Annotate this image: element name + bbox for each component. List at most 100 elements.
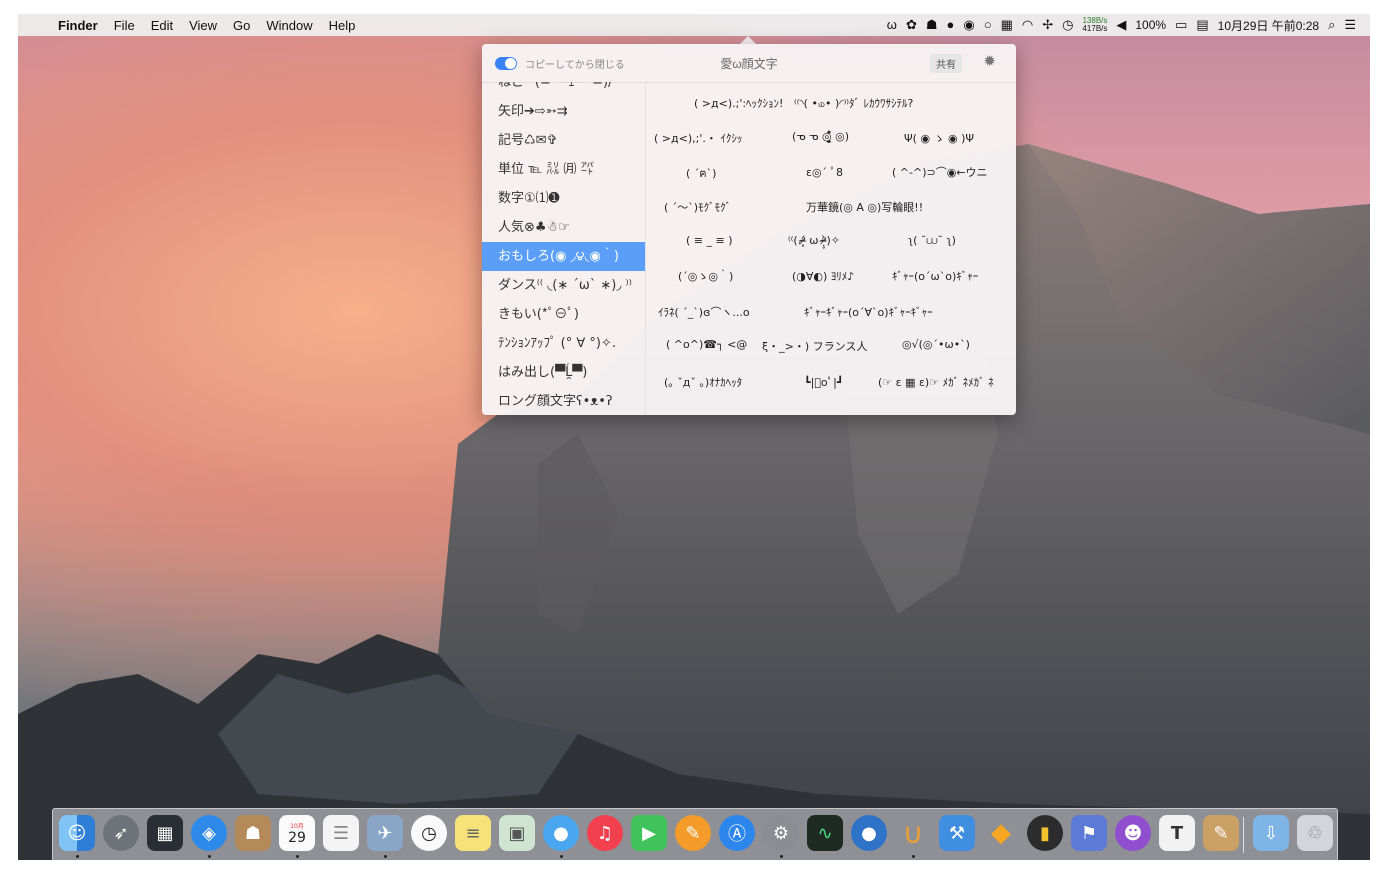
- category-item[interactable]: ロング顔文字ʕ•ᴥ•ʔ: [482, 387, 645, 415]
- kaomoji-item[interactable]: 万華鏡(◎ A ◎)写輪眼!!: [806, 199, 923, 215]
- running-indicator: [296, 855, 299, 858]
- mail-icon[interactable]: ✈: [367, 815, 403, 851]
- kaomoji-item[interactable]: ε◎´ ﾟ8: [806, 164, 843, 180]
- kaomoji-item[interactable]: ξ・_>・) フランス人: [762, 338, 867, 354]
- keyboard-icon[interactable]: ▦: [1001, 14, 1013, 36]
- category-item[interactable]: 記号♺✉✞: [482, 126, 645, 155]
- calendar-icon[interactable]: 10月 29: [279, 815, 315, 851]
- clock-datetime[interactable]: 10月29日 午前0:28: [1218, 17, 1319, 34]
- category-item[interactable]: 矢印➔⇨➳⇉: [482, 97, 645, 126]
- bluetooth-icon[interactable]: ✢: [1042, 14, 1053, 36]
- menu-app-name[interactable]: Finder: [50, 18, 106, 33]
- flag-icon[interactable]: ▤: [1196, 14, 1208, 36]
- photo-icon[interactable]: ✎: [1203, 815, 1239, 851]
- drop-icon[interactable]: ●: [947, 14, 955, 36]
- text-icon[interactable]: T: [1159, 815, 1195, 851]
- wifi-icon[interactable]: ◠: [1022, 14, 1033, 36]
- stocks-icon[interactable]: ▮: [1027, 815, 1063, 851]
- kaomoji-omega-icon[interactable]: ω: [887, 14, 897, 36]
- menu-edit[interactable]: Edit: [143, 18, 181, 33]
- kaomoji-item[interactable]: ( >д<).;':ﾍｯｸｼｮﾝ!: [694, 95, 783, 111]
- contacts-icon[interactable]: ☗: [235, 815, 271, 851]
- dock-separator: [1243, 817, 1244, 853]
- category-item[interactable]: 人気⊗♣☃☞: [482, 213, 645, 242]
- menu-file[interactable]: File: [106, 18, 143, 33]
- music-icon[interactable]: ♫: [587, 815, 623, 851]
- stack-icon[interactable]: ☗: [926, 14, 938, 36]
- kaomoji-item[interactable]: ◎√(◎´•ω•`): [902, 338, 970, 351]
- category-item[interactable]: きもい(*ﾟ⊖ﾟ): [482, 300, 645, 329]
- menu-go[interactable]: Go: [225, 18, 258, 33]
- kaomoji-item[interactable]: ┗|ﾟoﾟ|┛: [804, 374, 844, 390]
- notification-center-icon[interactable]: ☰: [1344, 14, 1356, 36]
- battery-percent[interactable]: 100%: [1135, 18, 1166, 32]
- kaomoji-item[interactable]: ( >д<),;'.・ ｲｸｼｯ: [654, 130, 742, 146]
- kaomoji-item[interactable]: (☞ ε ▦ ε)☞ ﾒｶﾞ ﾈﾒｶﾞ ﾈ: [878, 374, 994, 390]
- magnet-icon[interactable]: ∪: [895, 815, 931, 851]
- kaomoji-item[interactable]: ( ^-^)⊃⌒◉←ウニ: [892, 164, 988, 180]
- notes-icon[interactable]: ≡: [455, 815, 491, 851]
- circle-dot-icon[interactable]: ◉: [963, 14, 974, 36]
- blue-circle-icon[interactable]: ●: [851, 815, 887, 851]
- mission-control-icon[interactable]: ▦: [147, 815, 183, 851]
- tool-icon[interactable]: ⚑: [1071, 815, 1107, 851]
- kaomoji-item[interactable]: ｲﾗﾈ( ´_`)ɞ⌒ヽ...o: [658, 304, 750, 320]
- kaomoji-item[interactable]: Ψ( ◉ ゝ ◉ )Ψ: [904, 130, 974, 146]
- copy-close-toggle[interactable]: [495, 56, 517, 70]
- preview-icon[interactable]: ▣: [499, 815, 535, 851]
- kaomoji-item[interactable]: (｡ ˇдˇ ｡)ｵﾅｶﾍｯﾀ: [664, 374, 742, 390]
- kaomoji-item[interactable]: ｷﾞｬｰｷﾞｬｰ(o´∀`o)ｷﾞｬｰｷﾞｬｰ: [804, 304, 933, 320]
- category-item[interactable]: 数字①⑴➊: [482, 184, 645, 213]
- kaomoji-item[interactable]: ʅ( ˘⩊˘ ʅ): [908, 234, 956, 248]
- safari-icon[interactable]: ◈: [191, 815, 227, 851]
- kaomoji-item[interactable]: ⁽⁽◝( •௰• )◜⁾⁾ﾀﾞ ﾚｶｳﾜｻｼﾃﾙ?: [794, 95, 913, 112]
- paw-icon[interactable]: ✿: [906, 14, 917, 36]
- kaomoji-item[interactable]: (ᓀ ᓀ ◎̩̦̥̪̮̗͚̔̆̆̐̋ ◎): [792, 130, 849, 143]
- gear-icon[interactable]: ✹: [983, 52, 996, 70]
- category-item[interactable]: はみ出し(▀̿Ĺ̯▀̿): [482, 358, 645, 387]
- activity-monitor-icon[interactable]: ∿: [807, 815, 843, 851]
- finder-icon[interactable]: ☺: [59, 815, 95, 851]
- volume-icon[interactable]: ◀: [1116, 14, 1126, 36]
- books-icon[interactable]: ✎: [675, 815, 711, 851]
- spotlight-search-icon[interactable]: ⌕: [1328, 14, 1335, 36]
- kaomoji-grid: ( >д<).;':ﾍｯｸｼｮﾝ! ⁽⁽◝( •௰• )◜⁾⁾ﾀﾞ ﾚｶｳﾜｻｼ…: [646, 82, 1016, 415]
- time-machine-icon[interactable]: ◷: [1062, 14, 1073, 36]
- kaomoji-item[interactable]: ( ´〜`)ﾓｸﾞﾓｸﾞ: [664, 199, 731, 215]
- menu-window[interactable]: Window: [258, 18, 320, 33]
- category-item[interactable]: ﾃﾝｼｮﾝｱｯﾌﾟ (° ∀ °)✧.: [482, 329, 645, 358]
- xcode-icon[interactable]: ⚒: [939, 815, 975, 851]
- messages-icon[interactable]: ●: [543, 815, 579, 851]
- system-preferences-icon[interactable]: ⚙: [763, 815, 799, 851]
- launchpad-icon[interactable]: ➶: [103, 815, 139, 851]
- facetime-icon[interactable]: ▶: [631, 815, 667, 851]
- kaomoji-item[interactable]: (◑∀◐) ﾖﾘﾒ♪: [792, 268, 854, 284]
- popup-arrow: [740, 36, 756, 44]
- dock: ☺ ➶ ▦ ◈ ☗ 10月 29 ☰ ✈ ◷ ≡ ▣ ● ♫ ▶ ✎ Ⓐ ⚙ ∿…: [52, 808, 1338, 860]
- trash-icon[interactable]: ♲: [1297, 815, 1333, 851]
- category-item[interactable]: ねこ^(=^･ｪ･^=)/: [482, 82, 645, 97]
- github-icon[interactable]: ☻: [1115, 815, 1151, 851]
- category-item[interactable]: ダンス⁽⁽ ◟(∗ ˊωˋ ∗)◞ ⁾⁾: [482, 271, 645, 300]
- kaomoji-item[interactable]: ( ´ฅ`): [686, 164, 716, 182]
- ring-icon[interactable]: ○: [984, 14, 992, 36]
- kaomoji-item[interactable]: (´◎ゝ◎｀): [678, 268, 733, 284]
- menu-help[interactable]: Help: [321, 18, 364, 33]
- running-indicator: [384, 855, 387, 858]
- share-button[interactable]: 共有: [930, 54, 962, 73]
- menu-view[interactable]: View: [181, 18, 225, 33]
- clock-icon[interactable]: ◷: [411, 815, 447, 851]
- kaomoji-item[interactable]: ( ^o^)☎┐ <@: [666, 338, 747, 351]
- kaomoji-item[interactable]: ⁽⁽(.ᵒ̴̶̷̥́ ω ᵒ̴̶̷̣̥̀)✧: [788, 234, 840, 247]
- app-store-icon[interactable]: Ⓐ: [719, 815, 755, 851]
- category-item[interactable]: 単位 ℡ ㍊ ㈪ ㌀: [482, 155, 645, 184]
- battery-icon[interactable]: ▭: [1175, 14, 1187, 36]
- sketch-icon[interactable]: ◆: [983, 815, 1019, 851]
- category-item-selected[interactable]: おもしろ(◉ ◞౪◟◉｀): [482, 242, 645, 271]
- kaomoji-item[interactable]: ｷﾞｬｰ(o´ω`o)ｷﾞｬｰ: [892, 268, 978, 284]
- network-speed[interactable]: 138B/s 417B/s: [1082, 17, 1107, 33]
- downloads-folder-icon[interactable]: ⇩: [1253, 815, 1289, 851]
- reminders-icon[interactable]: ☰: [323, 815, 359, 851]
- copy-close-label: コピーしてから閉じる: [525, 59, 625, 71]
- kaomoji-item[interactable]: ( ≡ _ ≡ ): [686, 234, 733, 247]
